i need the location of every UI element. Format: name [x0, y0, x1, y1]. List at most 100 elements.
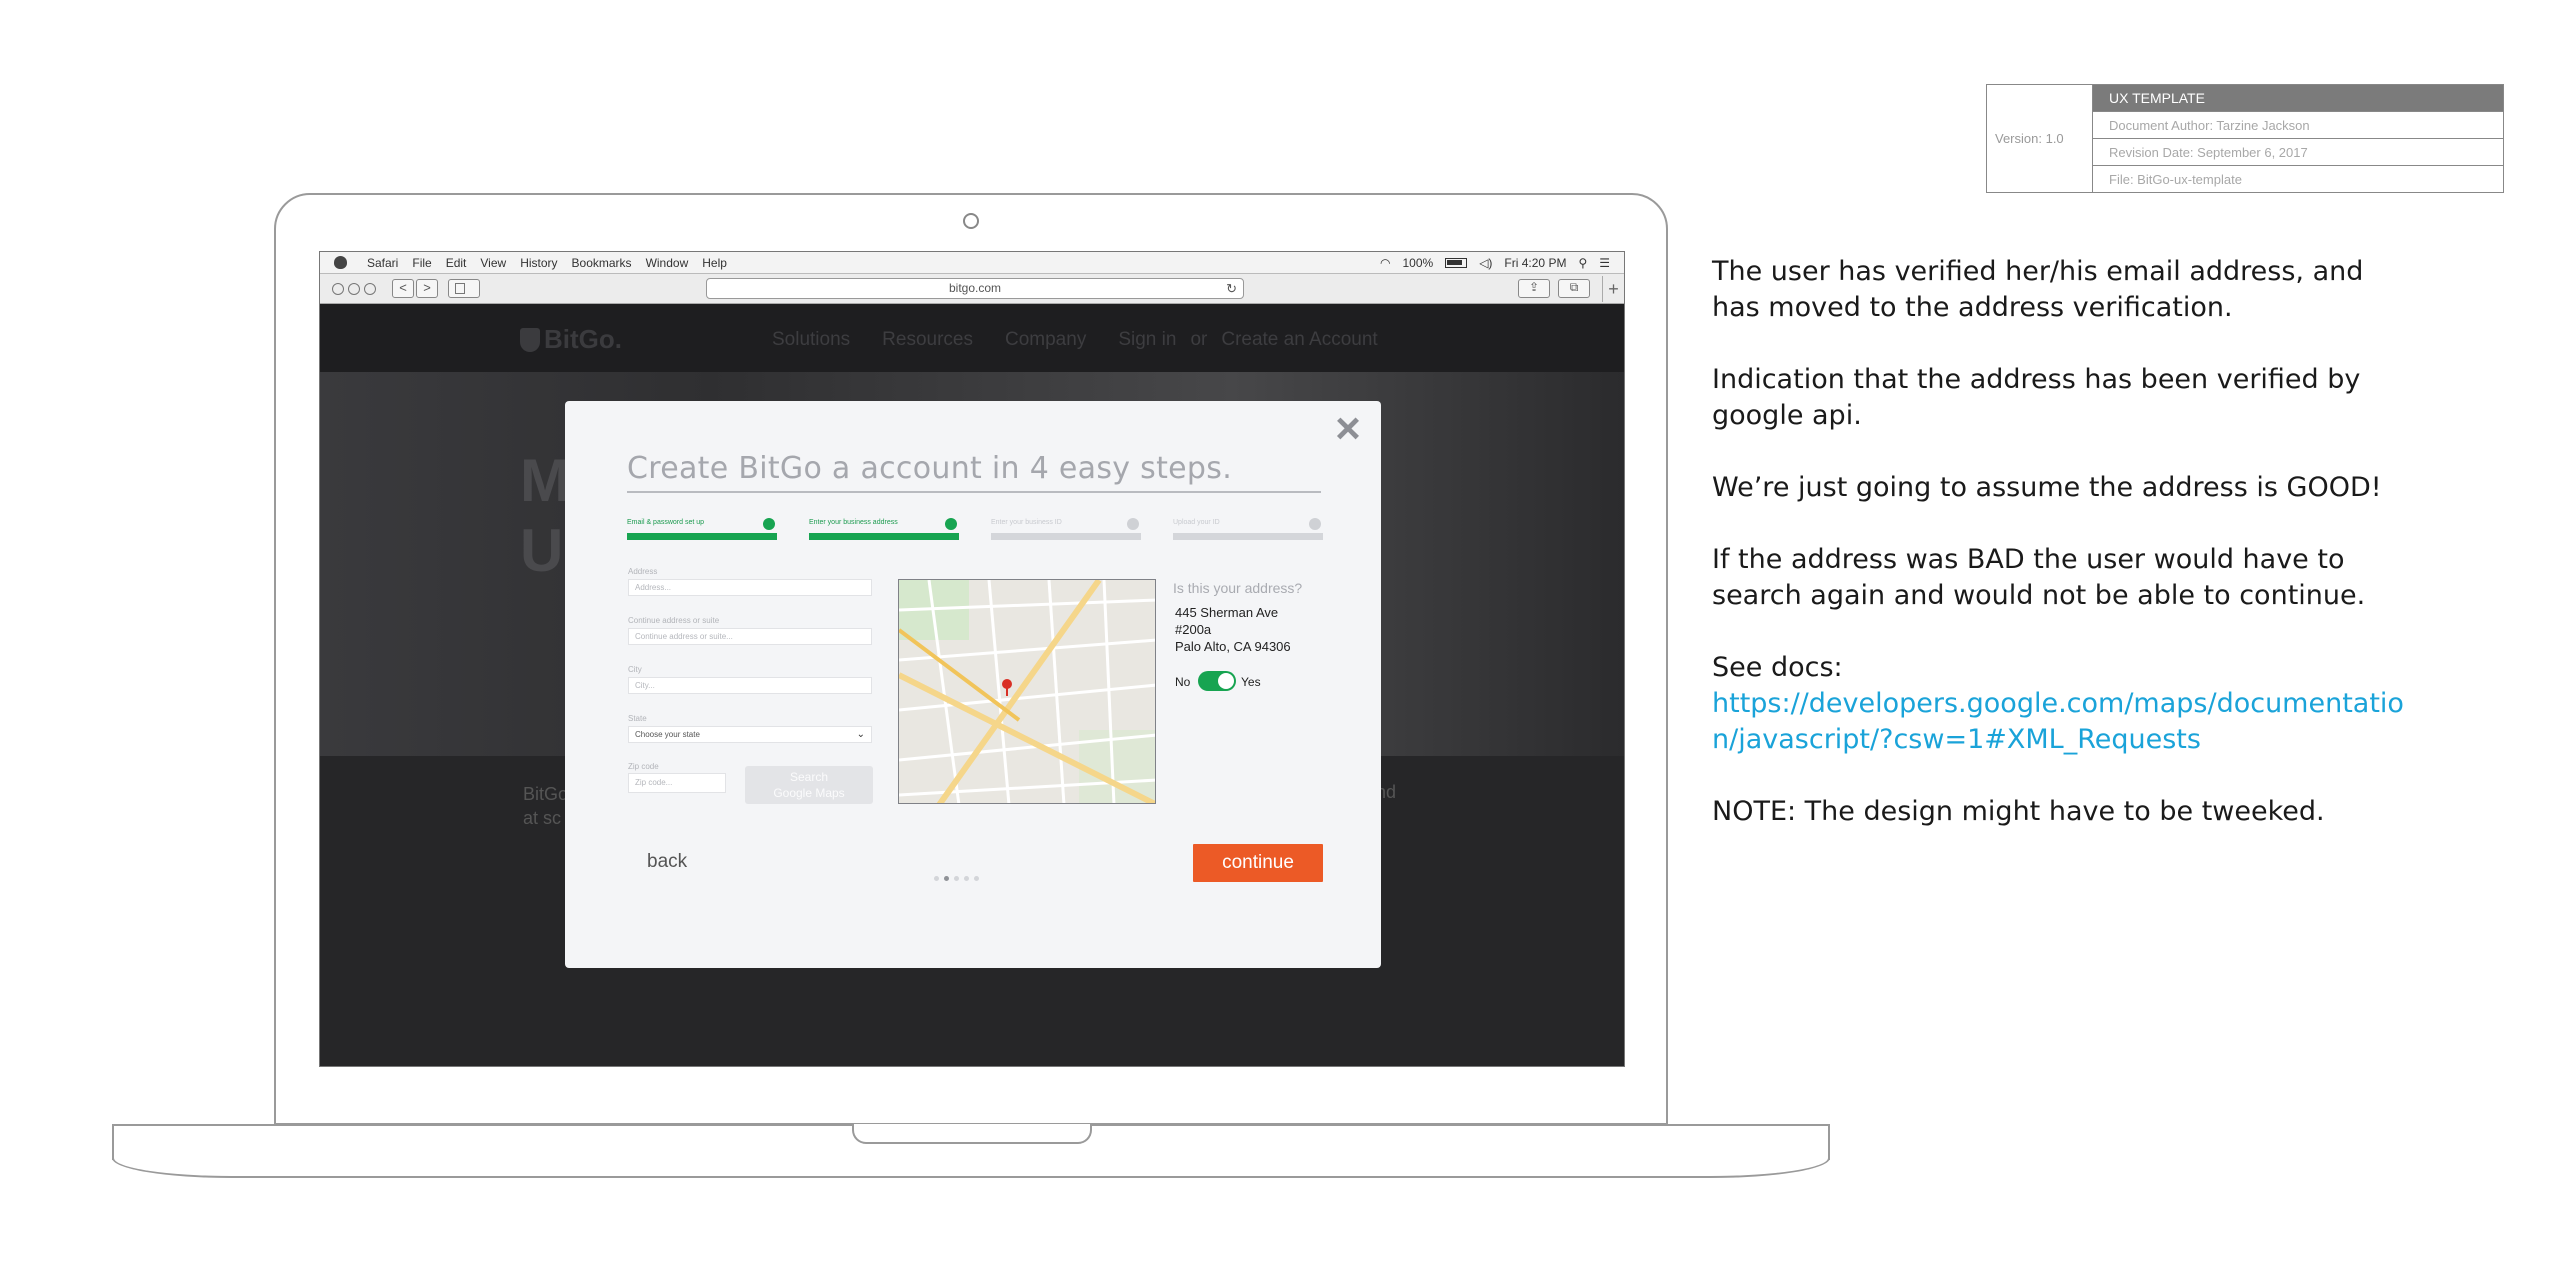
address-line-3: Palo Alto, CA 94306	[1175, 639, 1291, 654]
annotation-notes: The user has verified her/his email addr…	[1712, 254, 2412, 866]
wifi-icon[interactable]: ◠	[1380, 256, 1390, 270]
address-input[interactable]: Address...	[628, 579, 872, 596]
content-text-left: BitGo at sc	[523, 782, 568, 830]
ux-file: File: BitGo-ux-template	[2109, 171, 2242, 187]
chevron-down-icon: ⌄	[856, 729, 865, 740]
nav-solutions[interactable]: Solutions	[772, 329, 850, 351]
step-complete-dot	[945, 518, 957, 530]
continue-button[interactable]: continue	[1193, 844, 1323, 882]
step-progress-bar	[627, 533, 777, 540]
menu-edit[interactable]: Edit	[446, 256, 467, 270]
zip-label: Zip code	[628, 762, 659, 771]
pager-dot[interactable]	[954, 876, 959, 881]
confirm-address-question: Is this your address?	[1173, 580, 1303, 596]
docs-link[interactable]: https://developers.google.com/maps/docum…	[1712, 688, 2404, 755]
url-field[interactable]: bitgo.com ↻	[706, 278, 1244, 299]
note-4: If the address was BAD the user would ha…	[1712, 544, 2366, 611]
zip-input[interactable]: Zip code...	[628, 773, 726, 793]
map-graphic	[899, 580, 1155, 803]
menu-file[interactable]: File	[412, 256, 431, 270]
nav-sign-in[interactable]: Sign in	[1118, 329, 1176, 351]
note-3: We’re just going to assume the address i…	[1712, 472, 2382, 503]
ux-template-box: Version: 1.0 UX TEMPLATE Document Author…	[1986, 84, 2504, 193]
step-4: Upload your ID	[1173, 518, 1323, 540]
nav-resources[interactable]: Resources	[882, 329, 973, 351]
search-google-maps-button[interactable]: Search Google Maps	[745, 766, 873, 804]
city-input[interactable]: City...	[628, 677, 872, 694]
laptop-bottom	[112, 1158, 1830, 1178]
menu-bookmarks[interactable]: Bookmarks	[572, 256, 632, 270]
google-map[interactable]	[898, 579, 1156, 804]
back-nav-button[interactable]: <	[392, 279, 414, 298]
menu-window[interactable]: Window	[646, 256, 689, 270]
menu-safari[interactable]: Safari	[367, 256, 398, 270]
signup-modal: × Create BitGo a account in 4 easy steps…	[565, 401, 1381, 968]
back-link[interactable]: back	[647, 851, 687, 873]
pager-dot-active[interactable]	[944, 876, 949, 881]
step-1: Email & password set up	[627, 518, 777, 540]
new-tab-button[interactable]: +	[1602, 276, 1624, 302]
camera-icon	[963, 213, 979, 229]
step-progress-bar	[991, 533, 1141, 540]
menubar-status: ◠ 100% ◁) Fri 4:20 PM ⚲ ☰	[1380, 256, 1610, 270]
site-nav: Solutions Resources Company Sign in or C…	[772, 329, 1378, 351]
laptop-screen: Safari File Edit View History Bookmarks …	[319, 251, 1625, 1067]
note-5: See docs: https://developers.google.com/…	[1712, 650, 2412, 758]
address-confirm-toggle[interactable]	[1198, 671, 1236, 691]
menu-help[interactable]: Help	[702, 256, 727, 270]
see-docs-label: See docs:	[1712, 652, 1843, 683]
state-select-value: Choose your state	[635, 730, 700, 739]
step-label: Upload your ID	[1173, 519, 1220, 526]
step-label: Enter your business ID	[991, 519, 1062, 526]
pager-dot[interactable]	[934, 876, 939, 881]
step-progress-bar	[1173, 533, 1323, 540]
state-select[interactable]: Choose your state ⌄	[628, 726, 872, 743]
step-label: Enter your business address	[809, 519, 898, 526]
step-pending-dot	[1127, 518, 1139, 530]
note-2: Indication that the address has been ver…	[1712, 364, 2361, 431]
ux-header: UX TEMPLATE	[2093, 85, 2503, 112]
zoom-window-button[interactable]	[364, 283, 376, 295]
pager-dot[interactable]	[974, 876, 979, 881]
step-2: Enter your business address	[809, 518, 959, 540]
minimize-window-button[interactable]	[348, 283, 360, 295]
step-complete-dot	[763, 518, 775, 530]
note-6: NOTE: The design might have to be tweeke…	[1712, 796, 2325, 827]
ux-version: Version: 1.0	[1987, 85, 2093, 192]
share-icon[interactable]: ⇪	[1518, 279, 1550, 298]
forward-nav-button[interactable]: >	[416, 279, 438, 298]
bitgo-logo[interactable]: BitGo.	[520, 324, 622, 355]
notification-center-icon[interactable]: ☰	[1599, 256, 1610, 270]
toggle-yes-label: Yes	[1241, 675, 1261, 689]
menu-view[interactable]: View	[480, 256, 506, 270]
search-button-line-2: Google Maps	[773, 786, 845, 800]
apple-icon[interactable]	[334, 256, 347, 269]
logo-text: BitGo.	[544, 324, 622, 354]
step-label: Email & password set up	[627, 519, 705, 526]
modal-title: Create BitGo a account in 4 easy steps.	[627, 451, 1233, 486]
city-label: City	[628, 665, 642, 674]
nav-create-account[interactable]: Create an Account	[1221, 329, 1377, 351]
sidebar-toggle-icon[interactable]	[448, 279, 480, 298]
volume-icon[interactable]: ◁)	[1479, 256, 1492, 270]
ux-author: Document Author: Tarzine Jackson	[2093, 112, 2503, 139]
tabs-overview-icon[interactable]: ⧉	[1558, 279, 1590, 298]
reload-icon[interactable]: ↻	[1226, 280, 1237, 298]
spotlight-search-icon[interactable]: ⚲	[1578, 256, 1587, 270]
mac-menubar: Safari File Edit View History Bookmarks …	[320, 252, 1624, 274]
close-icon[interactable]: ×	[1331, 407, 1365, 451]
address-line-1: 445 Sherman Ave	[1175, 605, 1279, 620]
battery-icon[interactable]	[1445, 257, 1468, 268]
ux-revision: Revision Date: September 6, 2017	[2093, 139, 2503, 166]
close-window-button[interactable]	[332, 283, 344, 295]
toggle-knob	[1218, 673, 1234, 689]
clock[interactable]: Fri 4:20 PM	[1504, 256, 1566, 270]
address2-input[interactable]: Continue address or suite...	[628, 628, 872, 645]
hero-line-1: M	[520, 447, 570, 514]
laptop-notch	[852, 1124, 1092, 1144]
title-divider	[627, 491, 1321, 493]
url-text: bitgo.com	[948, 281, 1002, 295]
menu-history[interactable]: History	[520, 256, 557, 270]
nav-company[interactable]: Company	[1005, 329, 1086, 351]
pager-dot[interactable]	[964, 876, 969, 881]
